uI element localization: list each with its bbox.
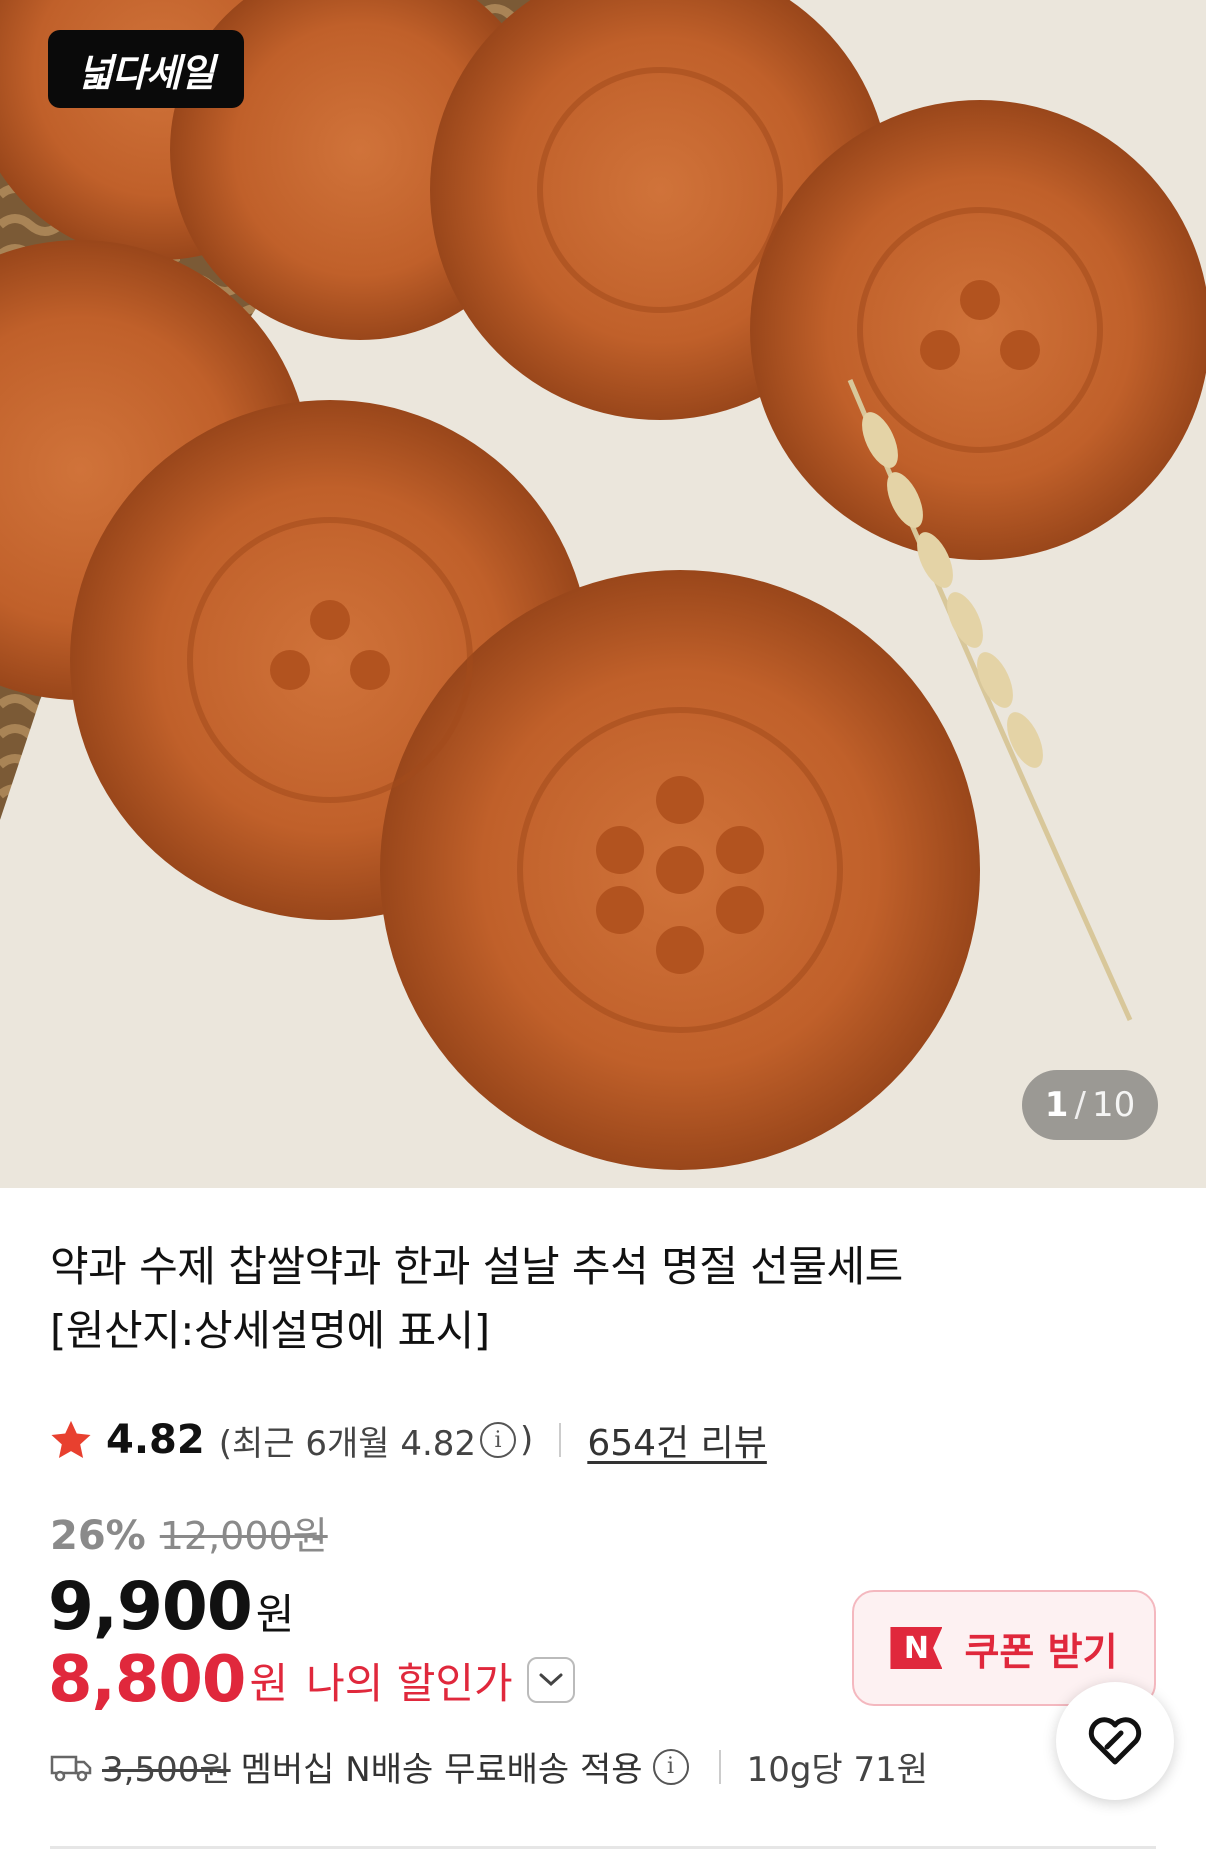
- product-title: 약과 수제 찹쌀약과 한과 설날 추석 명절 선물세트 [원산지:상세설명에 표…: [50, 1235, 1050, 1363]
- rating-score: 4.82: [106, 1417, 205, 1463]
- sale-price: 9,900: [48, 1568, 253, 1645]
- unit-price: 10g당 71원: [746, 1750, 929, 1790]
- rating-row: 4.82 (최근 6개월 4.82 i ) 654건 리뷰: [48, 1412, 1148, 1468]
- review-count-link[interactable]: 654건 리뷰: [587, 1414, 767, 1466]
- divider: [559, 1423, 562, 1457]
- rating-recent-text: (최근 6개월 4.82: [218, 1423, 477, 1464]
- product-title-line1: 약과 수제 찹쌀약과 한과 설날 추석 명절 선물세트: [50, 1242, 903, 1291]
- heart-icon: [1088, 1717, 1142, 1765]
- gallery-separator: /: [1074, 1085, 1086, 1125]
- n-coupon-icon: N: [890, 1627, 943, 1669]
- product-title-line2: [원산지:상세설명에 표시]: [50, 1306, 490, 1355]
- gallery-total: 10: [1091, 1085, 1136, 1125]
- my-discount-price-unit: 원: [249, 1658, 289, 1708]
- my-price-row: 8,800 원 나의 할인가: [48, 1643, 575, 1717]
- rating-recent: (최근 6개월 4.82 i ): [219, 1416, 534, 1465]
- product-photo: [0, 0, 1206, 1188]
- shipping-original-fee: 3,500원: [102, 1750, 231, 1790]
- shipping-text: 멤버십 N배송 무료배송 적용: [240, 1750, 643, 1790]
- gallery-page-indicator: 1 / 10: [1022, 1070, 1158, 1140]
- original-price: 12,000원: [159, 1514, 328, 1558]
- discount-percent: 26%: [50, 1513, 146, 1559]
- sale-badge: 넓다세일: [48, 30, 244, 108]
- chevron-down-icon: [539, 1673, 563, 1687]
- sale-price-row: 9,900 원: [48, 1568, 294, 1645]
- my-discount-label: 나의 할인가: [306, 1658, 513, 1708]
- shipping-row: 3,500원 멤버십 N배송 무료배송 적용 i 10g당 71원: [50, 1742, 928, 1791]
- wishlist-button[interactable]: [1056, 1682, 1174, 1800]
- divider: [718, 1749, 721, 1784]
- info-icon[interactable]: i: [480, 1422, 517, 1458]
- my-price-expand-button[interactable]: [526, 1657, 575, 1703]
- my-discount-price: 8,800: [48, 1643, 246, 1717]
- gallery-current: 1: [1044, 1085, 1069, 1125]
- star-icon: [51, 1420, 91, 1459]
- truck-icon: [50, 1755, 92, 1781]
- rating-recent-close: ): [520, 1420, 534, 1460]
- section-divider: [50, 1846, 1156, 1849]
- sale-price-unit: 원: [255, 1590, 295, 1639]
- discount-row: 26% 12,000원: [50, 1505, 328, 1560]
- product-image-gallery[interactable]: 넓다세일 1 / 10: [0, 0, 1206, 1188]
- coupon-label: 쿠폰 받기: [964, 1629, 1118, 1674]
- shipping-info-icon[interactable]: i: [652, 1748, 689, 1785]
